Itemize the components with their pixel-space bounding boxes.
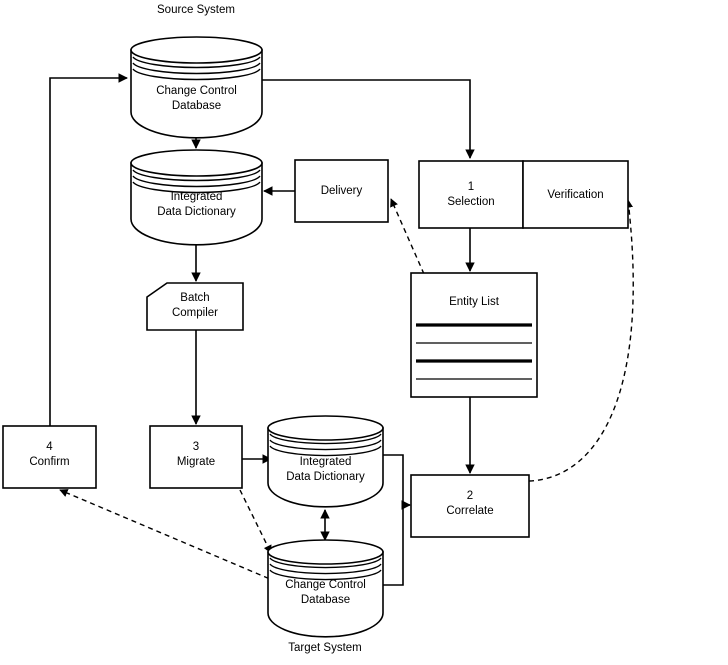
edge-target-databases-to-correlate (383, 454, 404, 586)
node-label-source-change-control-database: Change Control Database (131, 84, 262, 114)
source-integrated-dd-line-2: Data Dictionary (157, 206, 236, 218)
edge-migrate-to-target-change-control (239, 489, 272, 554)
caption-target-system: Target System (288, 642, 362, 654)
edge-correlate-to-verification (528, 199, 634, 482)
node-label-selection: 1 Selection (419, 180, 523, 210)
target-change-control-line-1: Change Control (285, 579, 366, 591)
node-label-target-integrated-data-dictionary: Integrated Data Dictionary (268, 455, 383, 485)
target-integrated-dd-line-1: Integrated (299, 456, 352, 468)
node-label-source-integrated-data-dictionary: Integrated Data Dictionary (131, 190, 262, 220)
batch-compiler-line-2: Compiler (171, 307, 218, 319)
batch-compiler-line-1: Batch (180, 292, 210, 304)
confirm-label: Confirm (29, 456, 70, 468)
confirm-number: 4 (46, 441, 53, 453)
node-label-entity-list: Entity List (449, 296, 499, 308)
migrate-label: Migrate (176, 456, 216, 468)
node-entity-list[interactable] (410, 272, 538, 398)
migrate-number: 3 (192, 441, 200, 453)
edge-target-change-control-to-confirm (59, 489, 278, 583)
source-change-control-line-1: Change Control (156, 85, 237, 97)
diagram-canvas: Source System Target System Change Contr… (0, 0, 728, 665)
node-label-migrate: 3 Migrate (150, 440, 242, 470)
node-label-confirm: 4 Confirm (3, 440, 96, 470)
correlate-label: Correlate (446, 505, 494, 517)
selection-label: Selection (447, 196, 495, 208)
diagram-graphics (2, 36, 634, 638)
target-integrated-dd-line-2: Data Dictionary (286, 471, 365, 483)
node-label-verification: Verification (547, 189, 604, 201)
correlate-number: 2 (466, 490, 474, 502)
source-change-control-line-2: Database (171, 100, 222, 112)
edge-source-change-control-to-selection (262, 79, 475, 159)
caption-source-system: Source System (157, 4, 235, 16)
target-change-control-line-2: Database (300, 594, 351, 606)
node-label-delivery: Delivery (320, 185, 363, 197)
source-integrated-dd-line-1: Integrated (170, 191, 223, 203)
node-label-correlate: 2 Correlate (411, 489, 529, 519)
selection-number: 1 (467, 181, 475, 193)
edge-confirm-to-source-change-control (49, 73, 128, 426)
node-label-batch-compiler: Batch Compiler (147, 291, 243, 321)
node-label-target-change-control-database: Change Control Database (265, 578, 386, 608)
